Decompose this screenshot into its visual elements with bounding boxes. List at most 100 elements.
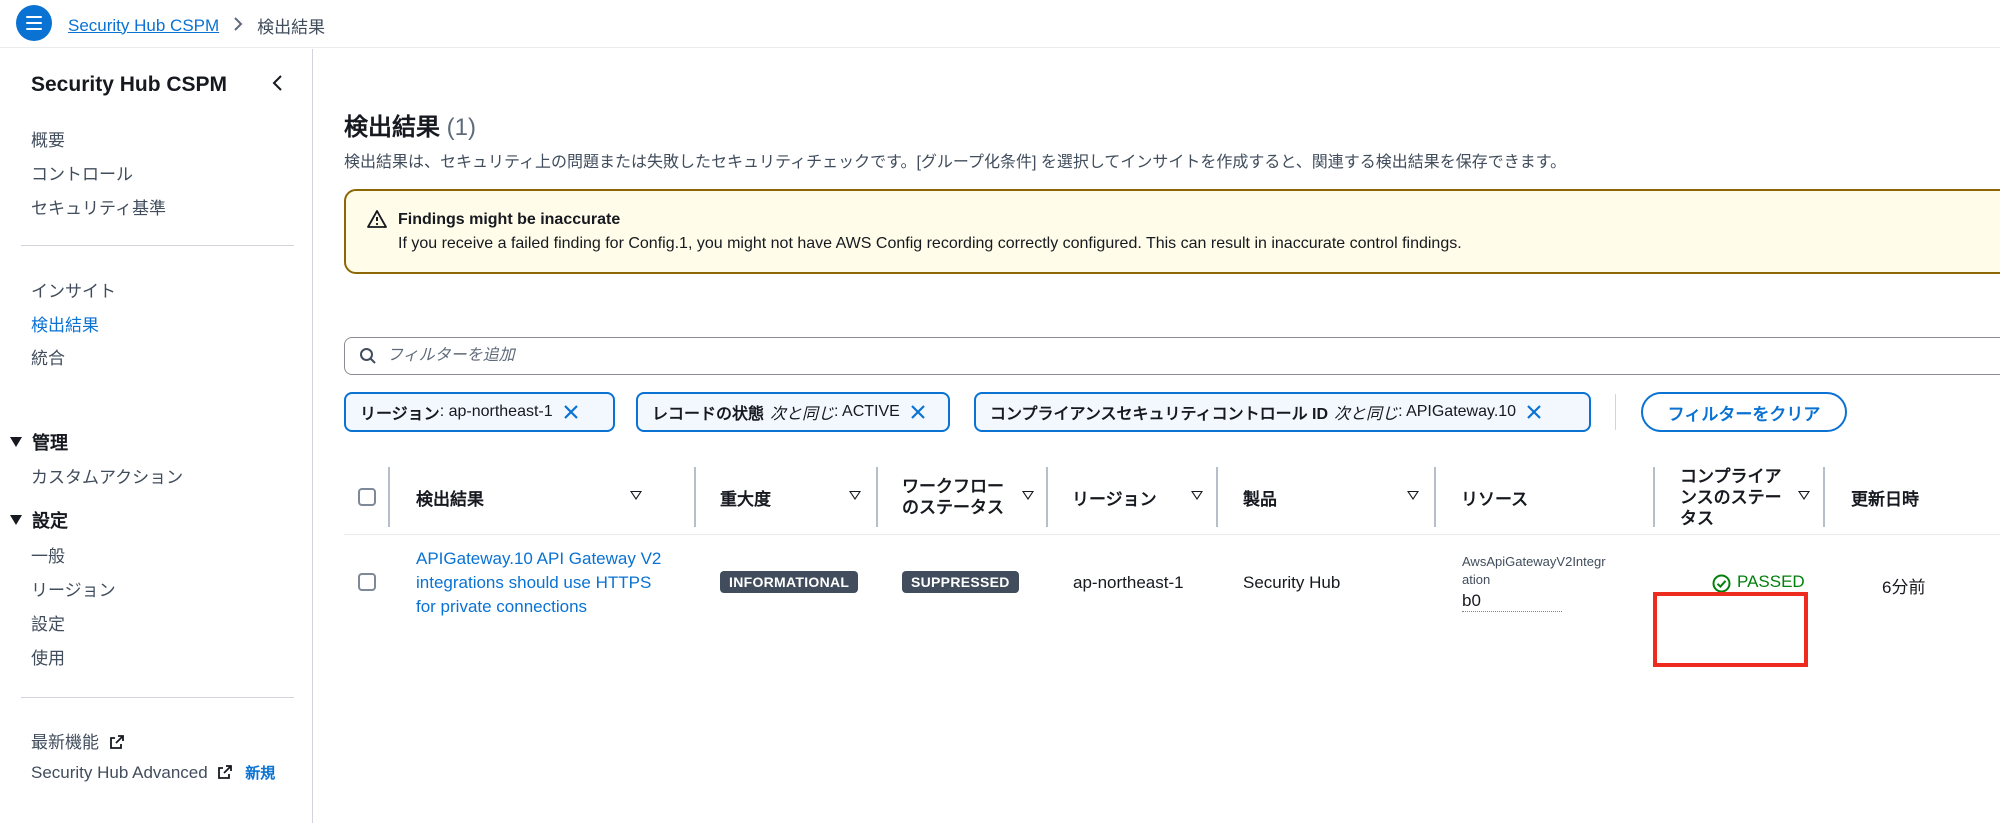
filter-search[interactable] bbox=[344, 337, 2000, 375]
row-checkbox[interactable] bbox=[358, 573, 376, 591]
column-header-product[interactable]: 製品 bbox=[1243, 459, 1433, 535]
breadcrumb: Security Hub CSPM 検出結果 bbox=[68, 13, 325, 38]
sidebar-item-standards[interactable]: セキュリティ基準 bbox=[31, 194, 166, 219]
new-badge: 新規 bbox=[245, 765, 276, 782]
sort-icon bbox=[1407, 491, 1419, 500]
clear-filters-button[interactable]: フィルターをクリア bbox=[1641, 392, 1847, 432]
search-icon bbox=[360, 348, 376, 364]
sidebar-item-summary[interactable]: 概要 bbox=[31, 126, 65, 151]
resource-id[interactable]: b0 bbox=[1462, 591, 1562, 612]
sidebar-item-general[interactable]: 一般 bbox=[31, 542, 65, 567]
check-circle-icon bbox=[1712, 574, 1731, 592]
compliance-status[interactable]: PASSED bbox=[1712, 572, 1805, 594]
token-operator: 次と同じ bbox=[770, 406, 835, 423]
sidebar-item-custom-actions[interactable]: カスタムアクション bbox=[31, 463, 183, 488]
external-link-icon bbox=[109, 735, 124, 749]
finding-title-link[interactable]: APIGateway.10 API Gateway V2 integration… bbox=[416, 547, 686, 619]
updated-cell: 6分前 bbox=[1882, 578, 1926, 597]
highlight-box bbox=[1653, 592, 1808, 667]
select-all-checkbox[interactable] bbox=[358, 488, 376, 506]
column-separator bbox=[388, 467, 390, 527]
column-separator bbox=[694, 467, 696, 527]
sidebar-item-configuration[interactable]: 設定 bbox=[31, 610, 65, 635]
severity-badge: INFORMATIONAL bbox=[720, 571, 859, 593]
column-header-resource[interactable]: リソース bbox=[1461, 459, 1651, 535]
sidebar-section-label: 設定 bbox=[32, 511, 68, 531]
sort-icon bbox=[1022, 491, 1034, 500]
token-divider bbox=[1615, 394, 1616, 430]
main-content: 検出結果 (1) 検出結果は、セキュリティ上の問題または失敗したセキュリティチェ… bbox=[314, 49, 2000, 823]
findings-count: (1) bbox=[446, 114, 477, 141]
remove-token-icon[interactable] bbox=[1526, 404, 1542, 420]
sidebar-item-insights[interactable]: インサイト bbox=[31, 277, 116, 302]
sidebar-divider bbox=[21, 697, 294, 698]
token-value: : ACTIVE bbox=[834, 403, 900, 420]
caret-down-icon bbox=[10, 437, 22, 447]
alert-title: Findings might be inaccurate bbox=[398, 211, 621, 228]
sidebar-item-findings[interactable]: 検出結果 bbox=[31, 311, 99, 336]
page-description: 検出結果は、セキュリティ上の問題または失敗したセキュリティチェックです。[グルー… bbox=[344, 154, 1567, 171]
sidebar-section-settings[interactable]: 設定 bbox=[10, 507, 68, 533]
severity-cell: INFORMATIONAL bbox=[720, 571, 859, 593]
remove-token-icon[interactable] bbox=[910, 404, 926, 420]
column-header-label: リージョン bbox=[1072, 489, 1157, 509]
page-title: 検出結果 (1) bbox=[344, 107, 476, 142]
sort-icon bbox=[849, 491, 861, 500]
sort-icon bbox=[1191, 491, 1203, 500]
column-separator bbox=[1434, 467, 1436, 527]
column-header-finding[interactable]: 検出結果 bbox=[416, 459, 656, 535]
sort-icon bbox=[630, 491, 642, 500]
token-key: レコードの状態 bbox=[652, 406, 765, 423]
sidebar-item-whats-new[interactable]: 最新機能 bbox=[31, 728, 124, 753]
column-header-label: コンプライア ンスのステー タス bbox=[1680, 466, 1782, 528]
warning-icon bbox=[367, 210, 387, 228]
collapse-sidebar-icon[interactable] bbox=[268, 71, 288, 95]
workflow-status-badge: SUPPRESSED bbox=[902, 571, 1019, 593]
page-title-text: 検出結果 bbox=[344, 114, 440, 141]
remove-token-icon[interactable] bbox=[563, 404, 579, 420]
column-header-updated[interactable]: 更新日時 bbox=[1851, 459, 2000, 535]
chevron-right-icon bbox=[233, 15, 243, 36]
region-cell: ap-northeast-1 bbox=[1073, 573, 1184, 592]
column-separator bbox=[1823, 467, 1825, 527]
column-header-label: 重大度 bbox=[720, 489, 771, 509]
column-header-label: ワークフロー のステータス bbox=[902, 477, 1004, 517]
top-bar: Security Hub CSPM 検出結果 bbox=[0, 0, 2000, 48]
breadcrumb-current: 検出結果 bbox=[257, 18, 326, 37]
resource-type: AwsApiGatewayV2Integr ation bbox=[1462, 554, 1606, 587]
sort-icon bbox=[1798, 491, 1810, 500]
token-key: リージョン bbox=[360, 406, 440, 423]
column-separator bbox=[1046, 467, 1048, 527]
sidebar-item-integrations[interactable]: 統合 bbox=[31, 344, 65, 369]
filter-token-region[interactable]: リージョン : ap-northeast-1 bbox=[344, 392, 615, 432]
hamburger-menu-icon[interactable] bbox=[16, 5, 52, 41]
breadcrumb-root-link[interactable]: Security Hub CSPM bbox=[68, 16, 219, 36]
product-cell: Security Hub bbox=[1243, 573, 1341, 592]
sidebar: Security Hub CSPM 概要 コントロール セキュリティ基準 インサ… bbox=[0, 49, 313, 823]
filter-input[interactable] bbox=[387, 342, 1887, 370]
sidebar-section-label: 管理 bbox=[32, 433, 68, 453]
sidebar-section-manage[interactable]: 管理 bbox=[10, 429, 68, 455]
column-header-severity[interactable]: 重大度 bbox=[720, 459, 875, 535]
column-header-region[interactable]: リージョン bbox=[1072, 459, 1217, 535]
sidebar-item-regions[interactable]: リージョン bbox=[31, 576, 116, 601]
sidebar-item-advanced[interactable]: Security Hub Advanced 新規 bbox=[31, 762, 275, 783]
compliance-status-label: PASSED bbox=[1737, 572, 1805, 594]
alert-body: If you receive a failed finding for Conf… bbox=[398, 235, 1462, 252]
sidebar-item-label: 最新機能 bbox=[31, 733, 99, 752]
token-value: : ap-northeast-1 bbox=[439, 403, 553, 420]
filter-token-control-id[interactable]: コンプライアンスセキュリティコントロール ID 次と同じ : APIGatewa… bbox=[974, 392, 1591, 432]
column-header-label: 更新日時 bbox=[1851, 489, 1919, 509]
column-separator bbox=[876, 467, 878, 527]
sidebar-title: Security Hub CSPM bbox=[31, 73, 228, 96]
sidebar-item-controls[interactable]: コントロール bbox=[31, 160, 133, 185]
token-key: コンプライアンスセキュリティコントロール ID bbox=[990, 406, 1329, 423]
column-header-workflow-status[interactable]: ワークフロー のステータス bbox=[902, 459, 1048, 535]
sidebar-item-usage[interactable]: 使用 bbox=[31, 644, 65, 669]
column-header-label: リソース bbox=[1461, 489, 1529, 509]
table-header: 検出結果 重大度 ワークフロー のステータス リージョン 製品 リソース コンプ… bbox=[344, 459, 2000, 535]
token-value: : APIGateway.10 bbox=[1398, 403, 1517, 420]
filter-token-record-state[interactable]: レコードの状態 次と同じ : ACTIVE bbox=[636, 392, 950, 432]
column-header-compliance-status[interactable]: コンプライア ンスのステー タス bbox=[1680, 459, 1824, 535]
column-header-label: 製品 bbox=[1243, 489, 1277, 509]
